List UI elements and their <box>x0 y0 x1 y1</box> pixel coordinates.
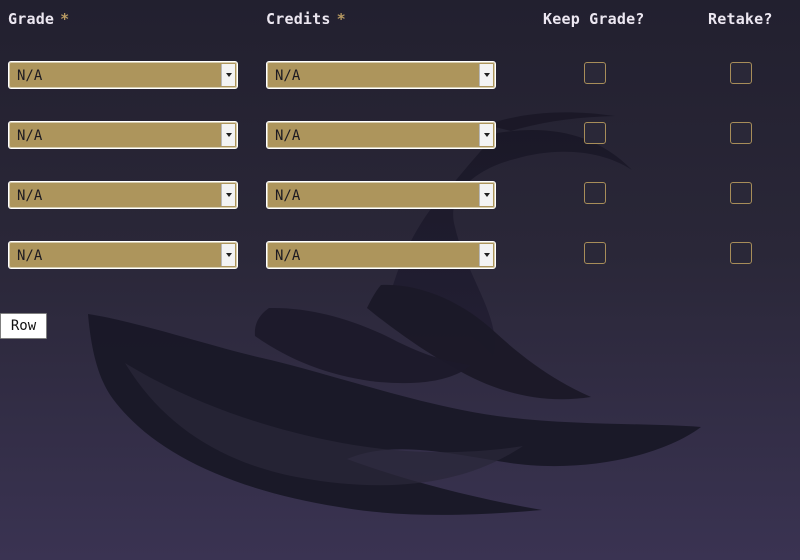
grade-header-label: Grade <box>8 10 55 28</box>
chevron-down-icon[interactable] <box>221 244 235 266</box>
chevron-down-icon[interactable] <box>221 64 235 86</box>
grade-select-value: N/A <box>17 248 43 264</box>
credits-select-value: N/A <box>275 68 301 84</box>
credits-select-value: N/A <box>275 128 301 144</box>
credits-select-row-1[interactable]: N/A <box>266 61 496 89</box>
grade-select-row-3[interactable]: N/A <box>8 181 238 209</box>
grade-select-value: N/A <box>17 128 43 144</box>
grade-select-row-4[interactable]: N/A <box>8 241 238 269</box>
keep-grade-checkbox-row-2[interactable] <box>584 122 606 144</box>
credits-header-label: Credits <box>266 10 331 28</box>
retake-checkbox-row-2[interactable] <box>730 122 752 144</box>
retake-checkbox-row-1[interactable] <box>730 62 752 84</box>
grade-select-value: N/A <box>17 68 43 84</box>
chevron-down-icon[interactable] <box>221 184 235 206</box>
chevron-down-icon[interactable] <box>221 124 235 146</box>
credits-select-row-3[interactable]: N/A <box>266 181 496 209</box>
keep-grade-checkbox-row-3[interactable] <box>584 182 606 204</box>
chevron-down-icon[interactable] <box>479 244 493 266</box>
grade-select-row-2[interactable]: N/A <box>8 121 238 149</box>
grade-header: Grade * <box>8 10 69 28</box>
credits-select-row-4[interactable]: N/A <box>266 241 496 269</box>
chevron-down-icon[interactable] <box>479 184 493 206</box>
credits-select-value: N/A <box>275 248 301 264</box>
chevron-down-icon[interactable] <box>479 124 493 146</box>
credits-select-value: N/A <box>275 188 301 204</box>
grade-select-row-1[interactable]: N/A <box>8 61 238 89</box>
grade-select-value: N/A <box>17 188 43 204</box>
chevron-down-icon[interactable] <box>479 64 493 86</box>
credits-select-row-2[interactable]: N/A <box>266 121 496 149</box>
keep-grade-checkbox-row-4[interactable] <box>584 242 606 264</box>
retake-checkbox-row-4[interactable] <box>730 242 752 264</box>
retake-checkbox-row-3[interactable] <box>730 182 752 204</box>
add-row-button[interactable]: Row <box>0 313 47 339</box>
required-marker: * <box>60 10 70 28</box>
required-marker: * <box>336 10 346 28</box>
keep-grade-checkbox-row-1[interactable] <box>584 62 606 84</box>
keep-grade-header: Keep Grade? <box>543 10 645 28</box>
credits-header: Credits * <box>266 10 346 28</box>
retake-header: Retake? <box>708 10 773 28</box>
